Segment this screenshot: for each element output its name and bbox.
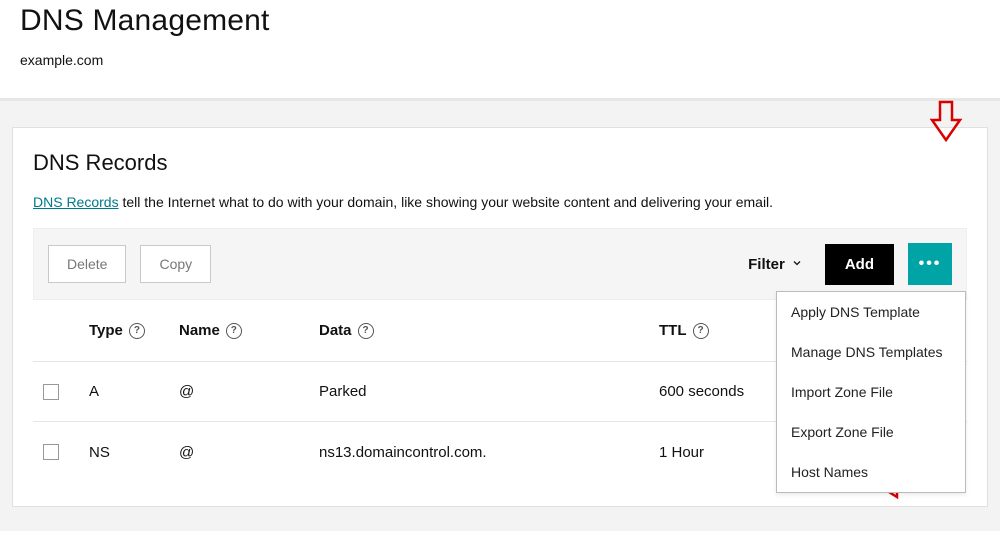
menu-manage-dns-templates[interactable]: Manage DNS Templates	[777, 332, 965, 372]
help-icon[interactable]: ?	[129, 323, 145, 339]
col-ttl-label: TTL	[659, 322, 687, 339]
domain-name: example.com	[20, 52, 980, 68]
cell-ttl: 600 seconds	[659, 383, 744, 400]
row-checkbox[interactable]	[43, 384, 59, 400]
section-title: DNS Records	[33, 150, 967, 176]
cell-type: A	[89, 383, 99, 400]
help-text: tell the Internet what to do with your d…	[119, 194, 773, 210]
help-line: DNS Records tell the Internet what to do…	[33, 194, 967, 210]
delete-button[interactable]: Delete	[48, 245, 126, 283]
filter-button[interactable]: Filter	[740, 250, 811, 279]
cell-ttl: 1 Hour	[659, 444, 704, 461]
ellipsis-icon: •••	[919, 255, 942, 273]
cell-name: @	[179, 383, 194, 400]
copy-button[interactable]: Copy	[140, 245, 211, 283]
more-button[interactable]: •••	[908, 243, 952, 285]
filter-label: Filter	[748, 256, 785, 273]
menu-apply-dns-template[interactable]: Apply DNS Template	[777, 292, 965, 332]
col-name-label: Name	[179, 322, 220, 339]
dns-records-card: DNS Records DNS Records tell the Interne…	[12, 127, 988, 507]
add-button[interactable]: Add	[825, 244, 894, 285]
content-area: DNS Records DNS Records tell the Interne…	[0, 101, 1000, 531]
menu-host-names[interactable]: Host Names	[777, 452, 965, 492]
dns-records-link[interactable]: DNS Records	[33, 194, 119, 210]
help-icon[interactable]: ?	[693, 323, 709, 339]
menu-export-zone-file[interactable]: Export Zone File	[777, 412, 965, 452]
menu-import-zone-file[interactable]: Import Zone File	[777, 372, 965, 412]
col-type-label: Type	[89, 322, 123, 339]
annotation-arrow-down-icon	[929, 100, 963, 147]
col-data-label: Data	[319, 322, 352, 339]
page-header: DNS Management example.com	[0, 0, 1000, 80]
toolbar: Delete Copy Filter Add ••• Apply DNS Tem…	[33, 228, 967, 300]
chevron-down-icon	[791, 256, 803, 273]
cell-name: @	[179, 444, 194, 461]
help-icon[interactable]: ?	[226, 323, 242, 339]
cell-type: NS	[89, 444, 110, 461]
cell-data: Parked	[319, 383, 367, 400]
cell-data: ns13.domaincontrol.com.	[319, 444, 487, 461]
row-checkbox[interactable]	[43, 444, 59, 460]
more-menu: Apply DNS Template Manage DNS Templates …	[776, 291, 966, 493]
help-icon[interactable]: ?	[358, 323, 374, 339]
page-title: DNS Management	[20, 4, 980, 38]
